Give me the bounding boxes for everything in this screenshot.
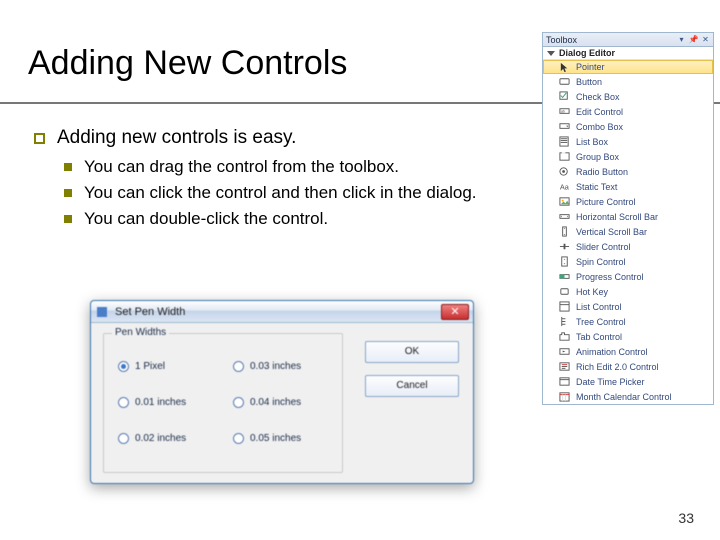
main-bullet: Adding new controls is easy. <box>57 126 296 150</box>
radio-dot-icon <box>233 433 244 444</box>
toolbox-titlebar: Toolbox ▾ 📌 ✕ <box>543 33 713 47</box>
toolbox-item-listctrl[interactable]: List Control <box>543 299 713 314</box>
checkbox-icon <box>559 91 570 102</box>
chevron-down-icon <box>547 51 555 56</box>
bullet-square-icon <box>64 189 72 197</box>
toolbox-title-text: Toolbox <box>546 35 674 45</box>
dropdown-icon[interactable]: ▾ <box>677 35 686 44</box>
svg-text:Aa: Aa <box>560 182 570 191</box>
dialog-titlebar[interactable]: Set Pen Width ✕ <box>91 301 473 323</box>
bullet-outline-icon <box>34 133 45 144</box>
close-icon[interactable]: ✕ <box>701 35 710 44</box>
toolbox-item-static[interactable]: AaStatic Text <box>543 179 713 194</box>
radio-icon <box>559 166 570 177</box>
picture-icon <box>559 196 570 207</box>
toolbox-item-spin[interactable]: Spin Control <box>543 254 713 269</box>
progress-icon <box>559 271 570 282</box>
toolbox-item-datetime[interactable]: Date Time Picker <box>543 374 713 389</box>
richedit-icon <box>559 361 570 372</box>
radio-dot-icon <box>118 433 129 444</box>
sub-bullet: You can click the control and then click… <box>84 182 477 204</box>
radio-0-04[interactable]: 0.04 inches <box>233 397 332 408</box>
toolbox-item-edit[interactable]: abEdit Control <box>543 104 713 119</box>
groupbox-icon <box>559 151 570 162</box>
toolbox-item-radio[interactable]: Radio Button <box>543 164 713 179</box>
toolbox-item-treectrl[interactable]: Tree Control <box>543 314 713 329</box>
toolbox-item-vscroll[interactable]: Vertical Scroll Bar <box>543 224 713 239</box>
slide-body: Adding new controls is easy. You can dra… <box>34 126 524 234</box>
combo-icon <box>559 121 570 132</box>
pointer-icon <box>559 62 570 73</box>
toolbox-section-header[interactable]: Dialog Editor <box>543 47 713 60</box>
dialog-app-icon <box>95 305 109 319</box>
toolbox-item-slider[interactable]: Slider Control <box>543 239 713 254</box>
radio-1-pixel[interactable]: 1 Pixel <box>118 361 217 372</box>
svg-text:ab: ab <box>561 109 565 113</box>
pen-widths-group: Pen Widths 1 Pixel 0.03 inches 0.01 inch… <box>103 333 343 473</box>
vscroll-icon <box>559 226 570 237</box>
animation-icon <box>559 346 570 357</box>
toolbox-item-listbox[interactable]: List Box <box>543 134 713 149</box>
close-button[interactable]: ✕ <box>441 304 469 320</box>
static-text-icon: Aa <box>559 181 570 192</box>
hscroll-icon <box>559 211 570 222</box>
toolbox-section-label: Dialog Editor <box>559 48 615 58</box>
radio-0-01[interactable]: 0.01 inches <box>118 397 217 408</box>
toolbox-item-monthcal[interactable]: Month Calendar Control <box>543 389 713 404</box>
sub-bullet: You can double-click the control. <box>84 208 328 230</box>
ok-button[interactable]: OK <box>365 341 459 363</box>
toolbox-item-hscroll[interactable]: Horizontal Scroll Bar <box>543 209 713 224</box>
hotkey-icon <box>559 286 570 297</box>
page-number: 33 <box>678 510 694 526</box>
toolbox-item-pointer[interactable]: Pointer <box>543 60 713 74</box>
toolbox-item-hotkey[interactable]: Hot Key <box>543 284 713 299</box>
cancel-button[interactable]: Cancel <box>365 375 459 397</box>
dialog-title: Set Pen Width <box>115 306 441 318</box>
calendar-icon <box>559 391 570 402</box>
radio-0-03[interactable]: 0.03 inches <box>233 361 332 372</box>
listbox-icon <box>559 136 570 147</box>
pen-width-dialog: Set Pen Width ✕ Pen Widths 1 Pixel 0.03 … <box>90 300 474 484</box>
button-icon <box>559 76 570 87</box>
spin-icon <box>559 256 570 267</box>
datetime-icon <box>559 376 570 387</box>
tab-control-icon <box>559 331 570 342</box>
toolbox-list: Pointer Button Check Box abEdit Control … <box>543 60 713 404</box>
pin-icon[interactable]: 📌 <box>689 35 698 44</box>
radio-0-02[interactable]: 0.02 inches <box>118 433 217 444</box>
edit-icon: ab <box>559 106 570 117</box>
toolbox-item-animation[interactable]: Animation Control <box>543 344 713 359</box>
toolbox-item-picture[interactable]: Picture Control <box>543 194 713 209</box>
toolbox-item-progress[interactable]: Progress Control <box>543 269 713 284</box>
radio-dot-icon <box>233 361 244 372</box>
list-control-icon <box>559 301 570 312</box>
tree-control-icon <box>559 316 570 327</box>
toolbox-item-richedit[interactable]: Rich Edit 2.0 Control <box>543 359 713 374</box>
radio-dot-icon <box>233 397 244 408</box>
radio-0-05[interactable]: 0.05 inches <box>233 433 332 444</box>
toolbox-item-button[interactable]: Button <box>543 74 713 89</box>
toolbox-item-tabctrl[interactable]: Tab Control <box>543 329 713 344</box>
toolbox-panel: Toolbox ▾ 📌 ✕ Dialog Editor Pointer Butt… <box>542 32 714 405</box>
toolbox-item-checkbox[interactable]: Check Box <box>543 89 713 104</box>
bullet-square-icon <box>64 215 72 223</box>
group-label: Pen Widths <box>112 327 169 338</box>
bullet-square-icon <box>64 163 72 171</box>
sub-bullet: You can drag the control from the toolbo… <box>84 156 399 178</box>
slider-icon <box>559 241 570 252</box>
radio-dot-icon <box>118 361 129 372</box>
radio-dot-icon <box>118 397 129 408</box>
toolbox-item-groupbox[interactable]: Group Box <box>543 149 713 164</box>
toolbox-item-combo[interactable]: Combo Box <box>543 119 713 134</box>
